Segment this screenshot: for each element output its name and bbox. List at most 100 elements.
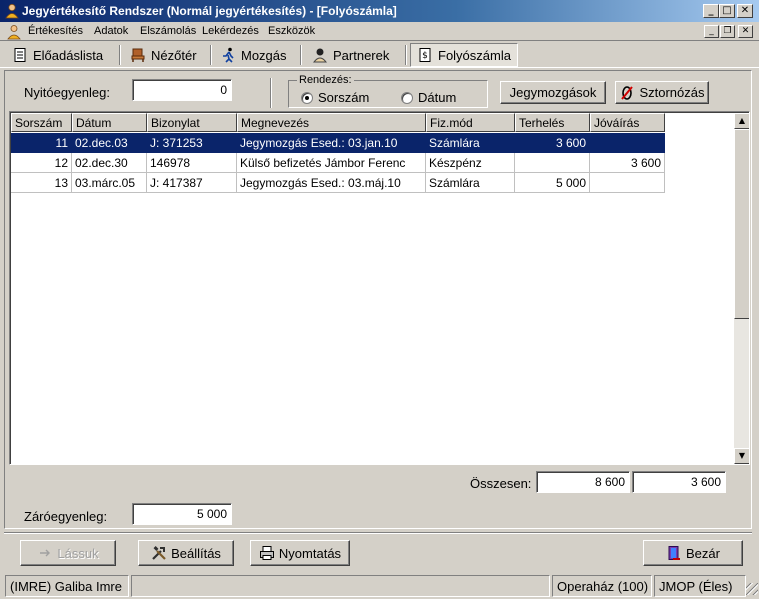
- reversal-button[interactable]: Sztornózás: [615, 81, 709, 104]
- button-label: Bezár: [686, 545, 720, 561]
- table-row[interactable]: 13 03.márc.05 J: 417387 Jegymozgás Esed.…: [11, 173, 665, 193]
- column-header-fizmod[interactable]: Fiz.mód: [426, 113, 515, 132]
- vertical-scrollbar[interactable]: ▲ ▼: [734, 113, 749, 464]
- ledger-icon: $: [419, 48, 431, 62]
- menu-adatok[interactable]: Adatok: [94, 25, 128, 37]
- maximize-button[interactable]: □: [719, 4, 735, 18]
- cell-jovairas: [590, 133, 665, 153]
- status-venue: Operaház (100): [552, 575, 652, 597]
- running-man-icon: [223, 47, 234, 63]
- table-row[interactable]: 11 02.dec.03 J: 371253 Jegymozgás Esed.:…: [11, 133, 665, 153]
- column-header-bizonylat[interactable]: Bizonylat: [147, 113, 237, 132]
- tab-partnerek[interactable]: Partnerek: [306, 43, 395, 67]
- column-header-terheles[interactable]: Terhelés: [515, 113, 590, 132]
- sort-legend: Rendezés:: [297, 74, 354, 86]
- ledger-table[interactable]: Sorszám Dátum Bizonylat Megnevezés Fiz.m…: [9, 111, 750, 465]
- radio-unchecked-icon: [401, 91, 413, 104]
- table-row[interactable]: 12 02.dec.30 146978 Külső befizetés Jámb…: [11, 153, 665, 173]
- cell-fizmod: Számlára: [426, 173, 515, 193]
- cell-terheles: 3 600: [515, 133, 590, 153]
- document-app-icon[interactable]: [6, 24, 22, 40]
- radio-checked-icon: [301, 91, 313, 104]
- view-tabs: Előadáslista Nézőtér Mozgás Partnerek $ …: [0, 40, 759, 68]
- closing-balance-label: Záróegyenleg:: [24, 509, 108, 524]
- status-user: (IMRE) Galiba Imre: [5, 575, 129, 597]
- column-header-datum[interactable]: Dátum: [72, 113, 147, 132]
- menu-ertekesites[interactable]: Értékesítés: [28, 25, 83, 37]
- tab-separator: [405, 45, 407, 65]
- menu-lekerdezes[interactable]: Lekérdezés: [202, 25, 259, 37]
- opening-balance-field[interactable]: 0: [132, 79, 232, 101]
- toolbar-separator: [270, 78, 272, 108]
- cell-bizonylat: J: 371253: [147, 133, 237, 153]
- close-button[interactable]: Bezár: [643, 540, 743, 566]
- minimize-button[interactable]: _: [703, 4, 719, 18]
- column-header-jovairas[interactable]: Jóváírás: [590, 113, 665, 132]
- cell-sorszam: 11: [11, 133, 72, 153]
- close-window-button[interactable]: ✕: [737, 4, 753, 18]
- cell-jovairas: 3 600: [590, 153, 665, 173]
- menu-eszkozok[interactable]: Eszközök: [268, 25, 315, 37]
- tab-label: Nézőtér: [151, 47, 197, 63]
- totals-label: Összesen:: [470, 476, 532, 491]
- app-person-icon: [5, 3, 19, 19]
- tab-folyoszamla[interactable]: $ Folyószámla: [410, 43, 518, 67]
- status-empty: [131, 575, 550, 597]
- tab-separator: [119, 45, 121, 65]
- closing-balance-field: 5 000: [132, 503, 232, 525]
- resize-grip-icon[interactable]: [746, 583, 758, 595]
- svg-text:$: $: [422, 51, 428, 61]
- button-label: Beállítás: [171, 545, 221, 561]
- sort-group: Rendezés: Sorszám Dátum: [288, 74, 488, 108]
- tools-icon: [152, 546, 166, 560]
- tab-label: Folyószámla: [438, 47, 511, 63]
- print-button[interactable]: Nyomtatás: [250, 540, 350, 566]
- cell-bizonylat: J: 417387: [147, 173, 237, 193]
- mdi-restore-button[interactable]: ❐: [720, 25, 735, 38]
- cell-sorszam: 13: [11, 173, 72, 193]
- tab-nezoter[interactable]: Nézőtér: [124, 43, 203, 67]
- radio-label: Sorszám: [318, 90, 370, 105]
- tab-eloadaslista[interactable]: Előadáslista: [6, 43, 109, 67]
- cell-datum: 02.dec.30: [72, 153, 147, 173]
- menu-elszamolas[interactable]: Elszámolás: [140, 25, 196, 37]
- tab-label: Mozgás: [241, 47, 287, 63]
- sort-by-number-radio[interactable]: Sorszám: [301, 90, 369, 105]
- title-bar[interactable]: Jegyértékesítő Rendszer (Normál jegyérté…: [0, 0, 759, 22]
- ticket-movements-button[interactable]: Jegymozgások: [500, 81, 606, 104]
- opening-balance-label: Nyitóegyenleg:: [24, 85, 110, 100]
- tab-separator: [210, 45, 212, 65]
- status-bar: (IMRE) Galiba Imre Operaház (100) JMOP (…: [0, 573, 759, 599]
- cell-jovairas: [590, 173, 665, 193]
- column-header-megnevezes[interactable]: Megnevezés: [237, 113, 426, 132]
- door-exit-icon: [668, 546, 681, 560]
- tab-label: Előadáslista: [33, 47, 104, 63]
- tab-label: Partnerek: [333, 47, 390, 63]
- cell-sorszam: 12: [11, 153, 72, 173]
- sort-by-date-radio[interactable]: Dátum: [401, 90, 456, 105]
- cell-terheles: [515, 153, 590, 173]
- mdi-minimize-button[interactable]: _: [704, 25, 719, 38]
- scroll-down-icon[interactable]: ▼: [734, 448, 749, 464]
- button-label: Nyomtatás: [278, 545, 342, 561]
- button-label: Sztornózás: [639, 85, 705, 100]
- cell-megnevezes: Külső befizetés Jámbor Ferenc: [237, 153, 426, 173]
- scroll-up-icon[interactable]: ▲: [734, 113, 749, 129]
- total-debit-field: 8 600: [536, 471, 630, 493]
- cell-datum: 02.dec.03: [72, 133, 147, 153]
- cell-fizmod: Számlára: [426, 133, 515, 153]
- button-label: Jegymozgások: [509, 85, 597, 100]
- settings-button[interactable]: Beállítás: [138, 540, 234, 566]
- tab-mozgas[interactable]: Mozgás: [214, 43, 293, 67]
- mdi-close-button[interactable]: ✕: [738, 25, 753, 38]
- view-button[interactable]: Lássuk: [20, 540, 116, 566]
- scroll-thumb[interactable]: [734, 129, 749, 319]
- column-header-sorszam[interactable]: Sorszám: [11, 113, 72, 132]
- cell-fizmod: Készpénz: [426, 153, 515, 173]
- cancel-zero-icon: [621, 85, 634, 100]
- table-body: Sorszám Dátum Bizonylat Megnevezés Fiz.m…: [11, 113, 734, 464]
- cell-bizonylat: 146978: [147, 153, 237, 173]
- cell-megnevezes: Jegymozgás Esed.: 03.jan.10: [237, 133, 426, 153]
- bottom-divider: [4, 532, 752, 534]
- chair-icon: [131, 48, 145, 62]
